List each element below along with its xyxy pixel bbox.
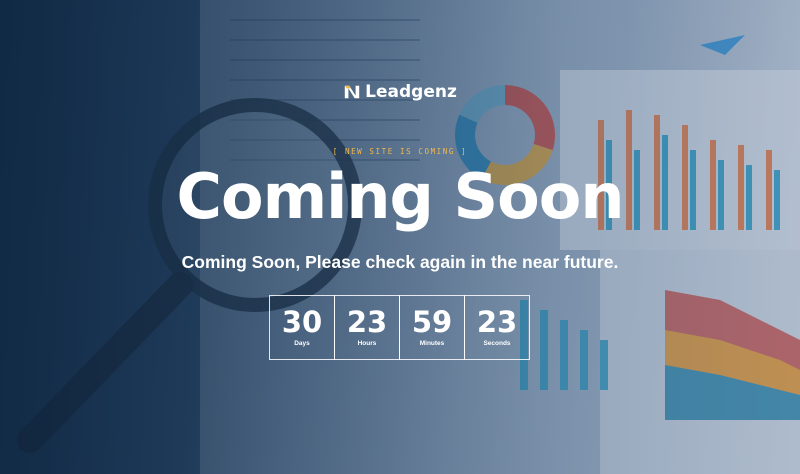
tagline: [ NEW SITE IS COMING ]: [332, 147, 468, 156]
leadgenz-logo-icon: [344, 85, 360, 99]
countdown-days: 30 Days: [269, 295, 335, 360]
countdown-seconds-value: 23: [476, 305, 518, 339]
countdown-hours-label: Hours: [357, 340, 377, 347]
countdown-timer: 30 Days 23 Hours 59 Minutes 23 Seconds: [269, 295, 530, 360]
countdown-seconds: 23 Seconds: [464, 295, 530, 360]
countdown-days-value: 30: [281, 305, 323, 339]
countdown-seconds-label: Seconds: [483, 340, 511, 347]
countdown-minutes: 59 Minutes: [399, 295, 465, 360]
subtitle: Coming Soon, Please check again in the n…: [181, 252, 619, 272]
brand-logo[interactable]: Leadgenz: [343, 82, 457, 102]
countdown-hours: 23 Hours: [334, 295, 400, 360]
brand-name: Leadgenz: [365, 82, 457, 102]
countdown-minutes-value: 59: [411, 305, 453, 339]
coming-soon-panel: Leadgenz [ NEW SITE IS COMING ] Coming S…: [0, 0, 800, 474]
page-title: Coming Soon: [176, 160, 624, 233]
countdown-hours-value: 23: [346, 305, 388, 339]
countdown-minutes-label: Minutes: [419, 340, 445, 347]
countdown-days-label: Days: [294, 340, 310, 347]
